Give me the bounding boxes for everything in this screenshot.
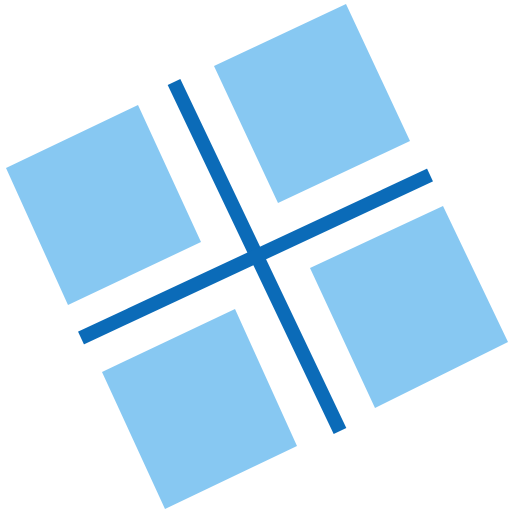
rotated-window-grid-icon [0,0,512,512]
icon-canvas [0,0,512,512]
